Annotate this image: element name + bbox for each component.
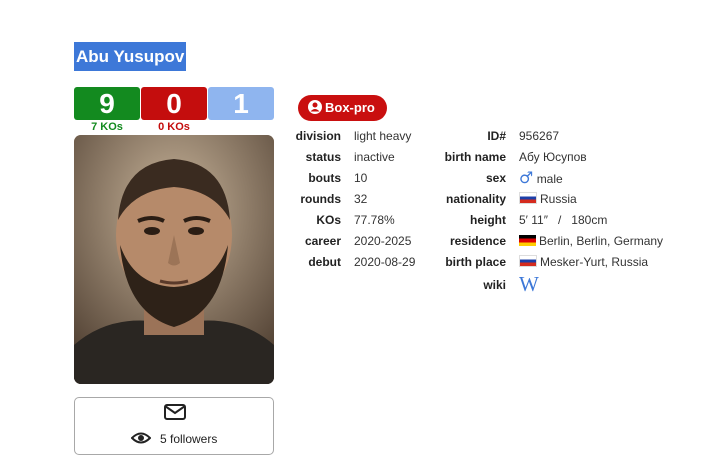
stat-debut-label: debut <box>308 255 341 269</box>
losses-kos: 0 KOs <box>158 121 190 133</box>
stat-nationality-label: nationality <box>445 192 506 206</box>
stat-height-value: 5′ 11″ / 180cm <box>519 213 608 227</box>
stat-career-value: 2020-2025 <box>354 234 412 248</box>
wikipedia-icon[interactable]: W <box>519 272 539 297</box>
stat-division-value: light heavy <box>354 129 412 143</box>
box-pro-badge[interactable]: Box-pro <box>298 95 387 121</box>
followers-row[interactable]: 5 followers <box>75 431 273 446</box>
stat-status-label: status <box>305 150 341 164</box>
stat-debut-value: 2020-08-29 <box>354 255 416 269</box>
stat-sex-row: ♂ male <box>519 168 563 187</box>
badge-label: Box-pro <box>325 100 375 115</box>
followers-card: 5 followers <box>74 397 274 455</box>
fighter-name: Abu Yusupov <box>74 42 187 71</box>
stat-division-label: division <box>295 129 341 143</box>
stat-nationality-value: Russia <box>540 192 577 206</box>
stat-sex-label: sex <box>485 171 506 185</box>
stat-rounds-label: rounds <box>300 192 341 206</box>
followers-count: 5 followers <box>159 432 218 446</box>
russia-flag-icon <box>519 255 537 267</box>
fighter-photo <box>74 135 274 384</box>
stat-kos-value: 77.78% <box>354 213 395 227</box>
stat-career-label: career <box>304 234 341 248</box>
stat-status-value: inactive <box>354 150 395 164</box>
stat-height-label: height <box>470 213 506 227</box>
male-symbol-icon: ♂ <box>519 168 534 187</box>
stat-wiki-label: wiki <box>483 278 506 292</box>
wins-kos: 7 KOs <box>91 121 123 133</box>
stat-residence-label: residence <box>449 234 506 248</box>
record-wins: 9 <box>74 87 140 120</box>
person-photo <box>74 135 274 384</box>
russia-flag-icon <box>519 192 537 204</box>
stat-id-label: ID# <box>487 129 506 143</box>
germany-flag-icon <box>519 235 536 246</box>
stat-residence-row[interactable]: Berlin, Berlin, Germany <box>519 234 663 248</box>
stat-birth-place-value: Mesker-Yurt, Russia <box>540 255 649 269</box>
eye-icon <box>130 432 152 444</box>
stat-birth-name-value: Абу Юсупов <box>519 150 587 164</box>
stat-id-value: 956267 <box>519 129 560 143</box>
stat-nationality-row[interactable]: Russia <box>519 192 577 206</box>
record-losses: 0 <box>141 87 207 120</box>
stat-birth-name-label: birth name <box>444 150 506 164</box>
envelope-icon[interactable] <box>164 404 186 420</box>
stat-bouts-label: bouts <box>308 171 341 185</box>
stat-sex-value: male <box>536 172 563 186</box>
stat-kos-label: KOs <box>316 213 341 227</box>
record-draws: 1 <box>208 87 274 120</box>
stat-rounds-value: 32 <box>354 192 368 206</box>
stat-bouts-value: 10 <box>354 171 368 185</box>
stat-birth-place-label: birth place <box>445 255 506 269</box>
user-circle-icon <box>308 100 322 114</box>
stat-birth-place-row[interactable]: Mesker-Yurt, Russia <box>519 255 648 269</box>
stat-residence-value: Berlin, Berlin, Germany <box>539 234 664 248</box>
